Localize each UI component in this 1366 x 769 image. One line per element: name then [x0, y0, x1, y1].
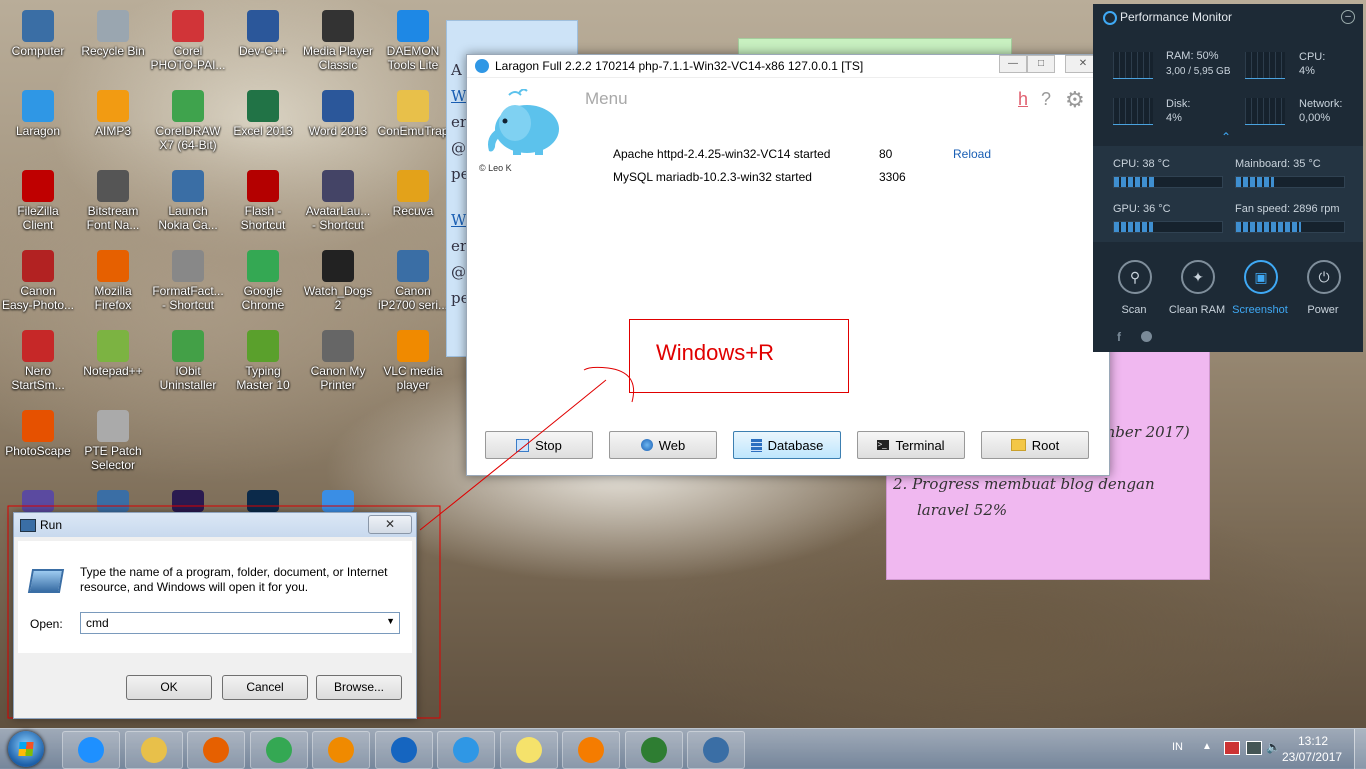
show-desktop-button[interactable]: [1354, 729, 1366, 769]
laragon-icon: [453, 737, 479, 763]
run-title-bar[interactable]: Run ✕: [14, 513, 416, 537]
cancel-button[interactable]: Cancel: [222, 675, 308, 700]
network-value: 0,00%: [1299, 112, 1331, 124]
sensor-bar: [1235, 221, 1345, 233]
taskbar-item[interactable]: [187, 731, 245, 769]
firefox-icon: [203, 737, 229, 763]
taskbar-item[interactable]: [374, 731, 433, 769]
run-program-icon: [27, 569, 65, 593]
cpu-value: 4%: [1299, 65, 1315, 77]
perf-action-label[interactable]: Clean RAM: [1166, 304, 1228, 316]
taskbar-item[interactable]: [249, 731, 308, 769]
language-indicator[interactable]: IN: [1172, 741, 1183, 753]
ok-button[interactable]: OK: [126, 675, 212, 700]
windows-logo-icon: [18, 742, 34, 756]
run-body: [18, 541, 412, 653]
chrome-icon: [265, 737, 292, 763]
taskbar-item[interactable]: [312, 731, 370, 769]
ram-graph: [1113, 52, 1153, 79]
taskbar-item[interactable]: [499, 731, 558, 769]
ram-detail: 3,00 / 5,95 GB: [1166, 66, 1231, 77]
network-graph: [1245, 98, 1285, 125]
volume-icon[interactable]: 🔈: [1266, 740, 1281, 754]
clean-ram-icon[interactable]: ✦: [1181, 260, 1215, 294]
disk-value: 4%: [1166, 112, 1182, 124]
taskbar-item[interactable]: [124, 731, 183, 769]
performance-monitor-widget[interactable]: Performance Monitor – RAM: 50% 3,00 / 5,…: [1093, 4, 1363, 352]
disk-label: Disk:: [1166, 98, 1191, 110]
tray-app-icon[interactable]: [1224, 741, 1240, 755]
sublime-icon: [578, 737, 604, 763]
taskbar-item[interactable]: [624, 731, 683, 769]
scan-icon[interactable]: ⚲: [1118, 260, 1152, 294]
clock-date[interactable]: 23/07/2017: [1282, 750, 1342, 764]
explorer-icon: [140, 737, 167, 763]
perf-action-label[interactable]: Power: [1292, 304, 1354, 316]
ccleaner-icon: [390, 737, 417, 763]
sensor-bar: [1113, 221, 1223, 233]
ie-icon: [78, 737, 104, 763]
run-dialog[interactable]: Run ✕ Type the name of a program, folder…: [13, 512, 417, 719]
github-icon[interactable]: [1141, 331, 1152, 342]
run-icon: [20, 519, 36, 532]
cpu-label: CPU:: [1299, 51, 1326, 63]
taskbar-item[interactable]: [562, 731, 620, 769]
sensor-label: CPU: 38 °C: [1113, 158, 1170, 170]
perf-logo-icon: [1103, 11, 1117, 25]
cpu-graph: [1245, 52, 1285, 79]
chevron-down-icon[interactable]: ▼: [386, 616, 395, 626]
open-label: Open:: [30, 617, 63, 631]
open-combobox[interactable]: cmd ▼: [80, 612, 400, 634]
taskbar: IN ▲ 🔈 13:12 23/07/2017: [0, 728, 1366, 769]
media-player-icon: [328, 737, 354, 763]
expand-chevron-icon[interactable]: ⌃: [1221, 130, 1231, 144]
disk-graph: [1113, 98, 1153, 125]
taskbar-item[interactable]: [687, 731, 745, 769]
hs-icon: [640, 737, 667, 763]
open-input-value[interactable]: cmd: [86, 616, 109, 630]
sensor-label: GPU: 36 °C: [1113, 203, 1171, 215]
run-icon: [703, 737, 729, 763]
browse-button[interactable]: Browse...: [316, 675, 402, 700]
perf-minimize-icon[interactable]: –: [1341, 10, 1355, 24]
run-close-button[interactable]: ✕: [368, 515, 412, 534]
run-title: Run: [40, 518, 63, 532]
sensor-label: Fan speed: 2896 rpm: [1235, 203, 1340, 215]
taskbar-item[interactable]: [437, 731, 495, 769]
network-icon[interactable]: [1246, 741, 1262, 755]
perf-title: Performance Monitor: [1120, 10, 1233, 24]
perf-action-label[interactable]: Screenshot: [1229, 304, 1291, 316]
taskbar-item[interactable]: [62, 731, 120, 769]
ram-label: RAM: 50%: [1166, 50, 1219, 62]
power-icon[interactable]: ⏻: [1307, 260, 1341, 294]
network-label: Network:: [1299, 98, 1343, 110]
perf-action-label[interactable]: Scan: [1103, 304, 1165, 316]
sensor-bar: [1113, 176, 1223, 188]
start-button[interactable]: [8, 731, 44, 767]
facebook-icon[interactable]: f: [1117, 330, 1121, 344]
sensor-bar: [1235, 176, 1345, 188]
run-description: Type the name of a program, folder, docu…: [80, 565, 388, 594]
screenshot-icon[interactable]: ▣: [1244, 260, 1278, 294]
clock-time[interactable]: 13:12: [1298, 734, 1328, 748]
sensor-label: Mainboard: 35 °C: [1235, 158, 1321, 170]
tray-expand-icon[interactable]: ▲: [1202, 741, 1212, 752]
sticky-notes-icon: [515, 737, 542, 763]
